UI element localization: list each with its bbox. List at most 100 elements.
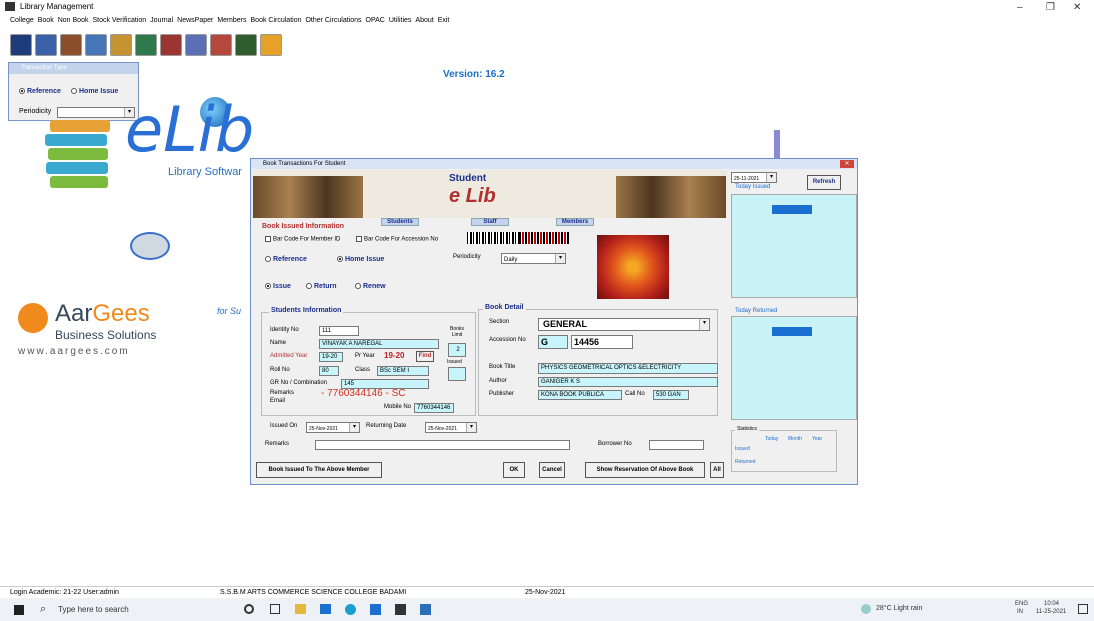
- menu-members[interactable]: Members: [217, 17, 246, 24]
- tab-staff[interactable]: Staff: [471, 218, 509, 226]
- about-icon[interactable]: [260, 34, 282, 56]
- admitted-year-label: Admitted Year: [270, 353, 308, 359]
- menu-about[interactable]: About: [415, 17, 433, 24]
- minimize-icon[interactable]: –: [1017, 2, 1023, 13]
- search-icon[interactable]: ⌕: [40, 603, 46, 616]
- windows-start-icon[interactable]: [14, 605, 24, 615]
- issued-on-date[interactable]: 25-Nov-2021 ▾: [306, 422, 360, 433]
- clock-time[interactable]: 10:04: [1044, 601, 1059, 607]
- menu-book-circulation[interactable]: Book Circulation: [251, 17, 302, 24]
- today-returned-grid[interactable]: [731, 316, 857, 420]
- ok-button[interactable]: OK: [503, 462, 525, 478]
- renew-radio[interactable]: Renew: [355, 283, 386, 290]
- accession-number-field[interactable]: 14456: [571, 335, 633, 349]
- menu-college[interactable]: College: [10, 17, 34, 24]
- menu-stock-verification[interactable]: Stock Verification: [92, 17, 146, 24]
- taskbar-search[interactable]: Type here to search: [58, 605, 129, 614]
- barcode-accession-checkbox[interactable]: Bar Code For Accession No: [356, 236, 438, 243]
- find-button[interactable]: Find: [416, 351, 434, 362]
- menu-newspaper[interactable]: NewsPaper: [177, 17, 213, 24]
- mail-icon[interactable]: [320, 604, 331, 614]
- accession-prefix-field[interactable]: G: [538, 335, 568, 349]
- periodicity-select[interactable]: Daily ▾: [501, 253, 566, 264]
- menu-book[interactable]: Book: [38, 17, 54, 24]
- cortana-icon[interactable]: [244, 604, 254, 614]
- close-icon[interactable]: ✕: [1073, 2, 1081, 13]
- language-bottom[interactable]: IN: [1017, 609, 1023, 615]
- home-issue-radio[interactable]: Home Issue: [337, 256, 384, 263]
- section-select[interactable]: GENERAL ▾: [538, 318, 710, 331]
- search-icon[interactable]: [85, 34, 107, 56]
- reference-radio[interactable]: Reference: [265, 256, 307, 263]
- returning-date[interactable]: 25-Nov-2021 ▾: [425, 422, 477, 433]
- show-reservation-button[interactable]: Show Reservation Of Above Book: [585, 462, 705, 478]
- return-radio[interactable]: Return: [306, 283, 337, 290]
- circulation-icon[interactable]: [160, 34, 182, 56]
- refresh-button[interactable]: Refresh: [807, 175, 841, 190]
- maximize-icon[interactable]: ❐: [1046, 2, 1055, 13]
- identity-field[interactable]: 111: [319, 326, 359, 336]
- barcode-image: [467, 232, 527, 244]
- menu-opac[interactable]: OPAC: [366, 17, 385, 24]
- stats-returned-label: Returned: [735, 459, 756, 465]
- radio-on-icon: [19, 88, 25, 95]
- home-issue-radio[interactable]: Home Issue: [71, 88, 118, 95]
- menu-non-book[interactable]: Non Book: [58, 17, 89, 24]
- tab-members[interactable]: Members: [556, 218, 594, 226]
- class-field[interactable]: BSc SEM I: [377, 366, 429, 376]
- name-field[interactable]: VINAYAK A NAREGAL: [319, 339, 439, 349]
- login-status: Login Academic: 21-22 User:admin: [10, 589, 119, 596]
- name-label: Name: [270, 340, 287, 346]
- journal-icon[interactable]: [185, 34, 207, 56]
- today-issued-grid[interactable]: [731, 194, 857, 298]
- menu-journal[interactable]: Journal: [150, 17, 173, 24]
- book-title-label: Book Title: [489, 364, 516, 370]
- menu-other-circulations[interactable]: Other Circulations: [305, 17, 361, 24]
- selected-cell[interactable]: [772, 327, 812, 336]
- callno-field: 530 GAN: [653, 390, 689, 400]
- periodicity-label: Periodicity: [453, 254, 481, 260]
- books-limit-label: Books Limit: [450, 326, 464, 338]
- all-button[interactable]: All: [710, 462, 724, 478]
- members-icon[interactable]: [60, 34, 82, 56]
- selected-cell[interactable]: [772, 205, 812, 214]
- close-icon[interactable]: ✕: [840, 160, 854, 168]
- barcode-member-checkbox[interactable]: Bar Code For Member ID: [265, 236, 340, 243]
- exit-icon[interactable]: [235, 34, 257, 56]
- report-icon[interactable]: [135, 34, 157, 56]
- task-view-icon[interactable]: [270, 604, 280, 614]
- side-bar-decoration: [774, 130, 780, 158]
- date-picker[interactable]: 25-11-2021 ▾: [731, 172, 777, 183]
- library-app-icon[interactable]: [395, 604, 406, 615]
- cancel-button[interactable]: Cancel: [539, 462, 565, 478]
- store-icon[interactable]: [370, 604, 381, 615]
- remarks-field[interactable]: [315, 440, 570, 450]
- notification-icon[interactable]: [1078, 604, 1088, 614]
- reference-radio[interactable]: Reference: [19, 88, 61, 95]
- for-text: for Su: [217, 306, 242, 316]
- admitted-year-field[interactable]: 19-20: [319, 352, 343, 362]
- weather-text[interactable]: 28°C Light rain: [876, 605, 922, 612]
- books-icon[interactable]: [10, 34, 32, 56]
- today-returned-label: Today Returned: [735, 308, 778, 314]
- outlook-icon[interactable]: [420, 604, 431, 615]
- menu-exit[interactable]: Exit: [438, 17, 450, 24]
- college-status: S.S.B.M ARTS COMMERCE SCIENCE COLLEGE BA…: [220, 589, 407, 596]
- menu-utilities[interactable]: Utilities: [389, 17, 412, 24]
- tools-icon[interactable]: [210, 34, 232, 56]
- clock-date[interactable]: 11-25-2021: [1036, 609, 1066, 615]
- file-explorer-icon[interactable]: [295, 604, 306, 614]
- books-issued-button[interactable]: Book Issued To The Above Member: [256, 462, 382, 478]
- borrower-field[interactable]: [649, 440, 704, 450]
- edge-icon[interactable]: [345, 604, 356, 615]
- catalog-icon[interactable]: [35, 34, 57, 56]
- book-cover-image: [597, 235, 669, 299]
- mobile-field[interactable]: 7760344146: [414, 403, 454, 413]
- help-icon[interactable]: [110, 34, 132, 56]
- chevron-down-icon: ▾: [466, 423, 476, 432]
- tab-students[interactable]: Students: [381, 218, 419, 226]
- language-top[interactable]: ENG: [1015, 601, 1028, 607]
- roll-field[interactable]: 80: [319, 366, 339, 376]
- callno-label: Call No: [625, 391, 645, 397]
- issue-radio[interactable]: Issue: [265, 283, 291, 290]
